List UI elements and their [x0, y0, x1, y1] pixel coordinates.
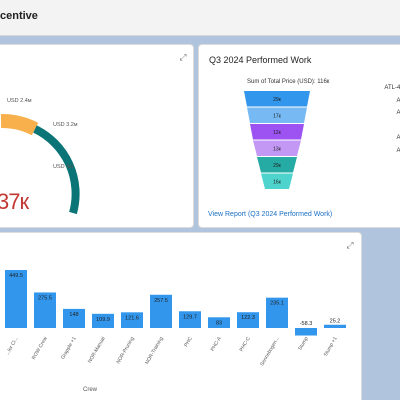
funnel-chart: 29к 17к 12к 13к 29к 16к: [244, 91, 310, 189]
funnel-segment-label: 17к: [273, 113, 282, 119]
dashboard-title: centive: [0, 10, 38, 22]
bar-value-label: 129.7: [183, 314, 197, 320]
bar-value-label: 275.5: [38, 295, 52, 301]
view-report-link[interactable]: View Report (Q3 2024 Performed Work): [208, 211, 332, 218]
bar-value-label: 109.9: [96, 317, 110, 323]
x-tick-label: NOR-Manual: [87, 336, 107, 364]
x-tick-label: ROW Crew: [31, 336, 49, 361]
gauge-value: 37к: [0, 189, 29, 214]
legend-item[interactable]: ATL-40 t: [384, 85, 400, 91]
funnel-segment-label: 16к: [273, 179, 282, 185]
bar-value-label: 235.1: [270, 301, 284, 307]
gauge-card: ⤢ USD 2.4м USD 3.2м USD 4м 37к: [0, 44, 194, 228]
x-tick-label: Stump: [297, 336, 310, 352]
funnel-segment-label: 29к: [273, 97, 282, 103]
legend-item[interactable]: ATL: [396, 135, 400, 141]
bar-value-label: 121.6: [125, 315, 139, 321]
gauge-remaining-arc: [33, 125, 80, 215]
bar-value-label: 25.2: [330, 319, 341, 325]
x-tick-label: Stump +1: [323, 336, 339, 358]
gauge-progress-arc: [0, 114, 39, 136]
legend-item[interactable]: ATL: [396, 148, 400, 154]
bar-value-label: 449.5: [9, 273, 23, 279]
x-tick-label: NOR-Pruning: [116, 336, 136, 365]
legend-item[interactable]: ATL: [396, 98, 400, 104]
funnel-segment-label: 13к: [273, 146, 282, 152]
funnel-segment-label: 29к: [273, 163, 282, 169]
x-axis-title: Crew: [83, 387, 98, 393]
bar-chart: 449.5 ...lor Ci... 275.5 ROW Crew 148 Grapple…: [5, 270, 346, 367]
funnel-card: Q3 2024 Performed Work Sum of Total Pric…: [198, 44, 400, 228]
gauge-label-2: USD 3.2м: [53, 122, 78, 128]
dashboard-header: centive: [0, 0, 400, 36]
bar-value-label: 148: [69, 312, 78, 318]
legend-item[interactable]: ATL: [396, 110, 400, 116]
bar-value-label: 83: [216, 320, 222, 326]
x-tick-label: PHC-A: [210, 335, 223, 352]
bar-value-label: 122.3: [241, 315, 255, 321]
x-tick-label: Grapple +1: [60, 336, 78, 361]
gauge-label-3: USD 4м: [53, 164, 73, 170]
x-tick-label: PHC: [183, 336, 194, 348]
x-tick-label: NOR-Training: [144, 336, 165, 366]
gauge-label-1: USD 2.4м: [7, 98, 32, 104]
funnel-segment-label: 12к: [273, 130, 282, 136]
bar-value-label: 257.5: [154, 298, 168, 304]
bar-chart-card: ⤢ 449.5 ...lor Ci... 275.5 ROW Crew 148 Grapp…: [0, 232, 362, 400]
bar[interactable]: [324, 324, 346, 328]
bar-value-label: -58.3: [300, 321, 313, 327]
x-tick-label: PHC-C: [239, 336, 252, 353]
bar[interactable]: [295, 328, 317, 336]
x-tick-label: ...lor Ci...: [5, 336, 20, 356]
gauge-chart: [0, 114, 80, 215]
x-tick-label: Sennebogen...: [259, 336, 280, 367]
